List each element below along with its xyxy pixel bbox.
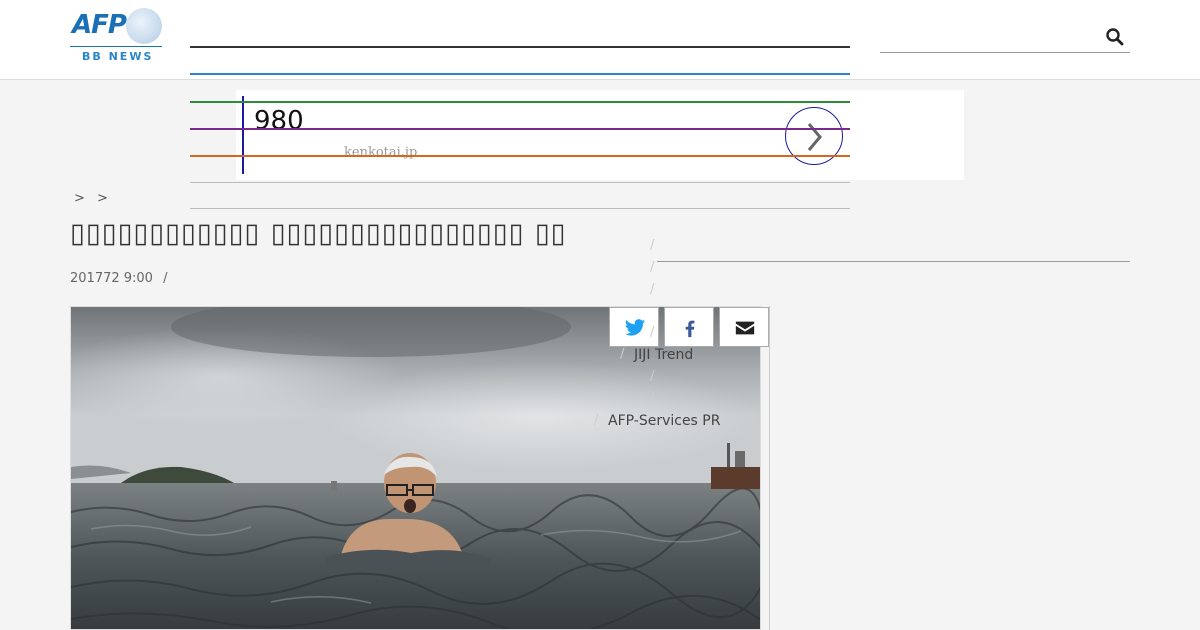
search-box — [880, 22, 1130, 53]
ad-price: 980 — [254, 106, 304, 136]
share-facebook-button[interactable] — [664, 307, 714, 347]
nav-rule-gray — [190, 182, 850, 183]
sidebar-separator: / — [650, 282, 655, 297]
article-meta: 201772 9:00 / — [70, 271, 167, 286]
afp-bb-news-logo[interactable]: AFP BB NEWS — [70, 8, 162, 64]
facebook-icon — [685, 320, 695, 338]
sidebar-separator: / — [650, 238, 655, 253]
breadcrumb-separator: > — [74, 191, 85, 206]
sidebar-separator: / — [620, 347, 625, 362]
globe-icon — [126, 8, 162, 44]
nav-rule-purple — [190, 128, 850, 130]
sidebar-separator: / — [650, 325, 655, 340]
sidebar-separator: / — [650, 391, 655, 406]
title-divider — [657, 261, 1130, 262]
breadcrumb-separator: > — [97, 191, 108, 206]
nav-rule-orange — [190, 155, 850, 157]
chevron-right-icon — [807, 123, 822, 151]
breadcrumb-divider — [190, 208, 850, 209]
ad-accent-bar — [242, 96, 244, 174]
meta-separator: / — [163, 271, 168, 286]
breadcrumb: > > — [70, 191, 112, 206]
sidebar-separator: / — [650, 369, 655, 384]
logo-divider — [70, 46, 162, 47]
ad-domain: kenkotai.jp — [344, 145, 418, 160]
sidebar-link-afp-services-pr[interactable]: AFP-Services PR — [608, 413, 720, 429]
search-icon — [1106, 28, 1124, 46]
share-email-button[interactable] — [719, 307, 769, 347]
envelope-icon — [735, 321, 755, 335]
search-button[interactable] — [1104, 26, 1126, 48]
photo-frame-edge — [769, 306, 770, 630]
logo-text: AFP — [72, 10, 127, 40]
site-header: AFP BB NEWS — [0, 0, 1200, 80]
sidebar-separator: / — [594, 413, 599, 428]
sidebar-link-jiji-trend[interactable]: JIJI Trend — [634, 347, 693, 363]
logo-subtext: BB NEWS — [82, 50, 154, 63]
nav-rule-green — [190, 101, 850, 103]
article-title: ▯▯▯▯▯▯▯▯▯▯▯▯ ▯▯▯▯▯▯▯▯▯▯▯▯▯▯▯▯ ▯▯ — [70, 218, 567, 249]
nav-rule-blue — [190, 73, 850, 75]
ad-whitespace — [850, 90, 964, 180]
sidebar-separator: / — [650, 260, 655, 275]
article-date: 201772 9:00 — [70, 271, 153, 286]
search-input[interactable] — [880, 22, 1100, 52]
twitter-icon — [624, 319, 646, 336]
nav-rule-top — [190, 46, 850, 48]
